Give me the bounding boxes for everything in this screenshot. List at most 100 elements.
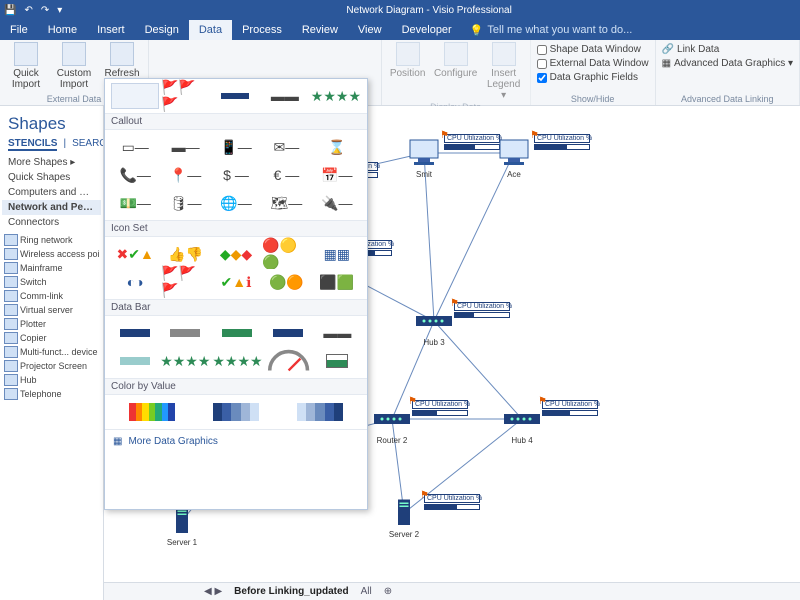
tab-file[interactable]: File xyxy=(0,20,38,40)
dg-tile[interactable] xyxy=(111,399,193,425)
link-data-button[interactable]: 🔗Link Data xyxy=(662,44,793,55)
dg-tile[interactable]: 🗺— xyxy=(262,190,310,216)
stencil-computers[interactable]: Computers and Monitor xyxy=(2,185,101,200)
external-data-window-checkbox[interactable]: External Data Window xyxy=(537,58,649,69)
shape-item[interactable]: Plotter xyxy=(4,318,99,330)
dg-tile[interactable]: ★★★★ xyxy=(160,348,210,374)
dg-tile[interactable]: ▭— xyxy=(111,134,159,160)
dg-tile[interactable] xyxy=(279,399,361,425)
sheet-add-icon[interactable]: ⊕ xyxy=(384,586,392,597)
dg-tile[interactable]: 🌐— xyxy=(212,190,260,216)
stencil-connectors[interactable]: Connectors xyxy=(2,215,101,230)
data-graphics-dropdown: 🚩🚩🚩 ▬▬ ★★★★ Callout ▭—▬—📱—✉—⌛ 📞—📍—$ —€ —📅… xyxy=(104,78,368,510)
shape-item[interactable]: Comm-link xyxy=(4,290,99,302)
tab-insert[interactable]: Insert xyxy=(87,20,135,40)
shape-item[interactable]: Wireless access point xyxy=(4,248,99,260)
dg-tile[interactable]: 📅— xyxy=(313,162,361,188)
shape-item[interactable]: Ring network xyxy=(4,234,99,246)
dg-tile[interactable]: ✖✔▲ xyxy=(111,241,159,267)
node-server2[interactable]: Server 2 xyxy=(384,498,424,539)
dg-tile[interactable] xyxy=(111,320,158,346)
dg-tile[interactable]: ▬▬ xyxy=(314,320,361,346)
dg-tile[interactable]: 👍👎 xyxy=(161,241,209,267)
shape-item[interactable]: Projector Screen xyxy=(4,360,99,372)
tab-design[interactable]: Design xyxy=(135,20,189,40)
insert-legend-button[interactable]: Insert Legend ▾ xyxy=(484,42,524,101)
custom-import-button[interactable]: Custom Import xyxy=(54,42,94,90)
shape-icon xyxy=(4,332,18,344)
shape-item[interactable]: Multi-funct... device xyxy=(4,346,99,358)
dg-tile[interactable]: 🚩🚩🚩 xyxy=(161,269,209,295)
shapes-title: Shapes xyxy=(2,110,101,138)
save-icon[interactable]: 💾 xyxy=(4,5,16,16)
dg-tile[interactable]: 📞— xyxy=(111,162,159,188)
node-ace[interactable]: Ace xyxy=(494,138,534,179)
sheet-nav[interactable]: ◀ ▶ xyxy=(204,586,222,597)
stencils-tab[interactable]: STENCILS xyxy=(8,138,57,151)
bar-tile[interactable] xyxy=(211,83,259,109)
dg-tile[interactable]: ⌛ xyxy=(313,134,361,160)
stars-tile[interactable]: ★★★★ xyxy=(311,83,361,109)
tab-review[interactable]: Review xyxy=(292,20,348,40)
dg-tile[interactable]: ▦▦ xyxy=(313,241,361,267)
bars-2-tile[interactable]: ▬▬ xyxy=(261,83,309,109)
dg-tile[interactable] xyxy=(314,348,361,374)
shape-item[interactable]: Switch xyxy=(4,276,99,288)
shape-item[interactable]: Telephone xyxy=(4,388,99,400)
redo-icon[interactable]: ↷ xyxy=(41,5,49,16)
dg-tile[interactable]: ▬— xyxy=(161,134,209,160)
dg-tile[interactable] xyxy=(265,320,312,346)
node-hub4[interactable]: Hub 4 xyxy=(502,404,542,445)
more-data-graphics[interactable]: ▦ More Data Graphics xyxy=(105,429,367,453)
tab-process[interactable]: Process xyxy=(232,20,292,40)
stencil-network-peripherals[interactable]: Network and Periphera xyxy=(2,200,101,215)
stencil-quick-shapes[interactable]: Quick Shapes xyxy=(2,170,101,185)
sheet-tab-1[interactable]: All xyxy=(361,586,372,597)
tab-view[interactable]: View xyxy=(348,20,392,40)
dg-tile[interactable] xyxy=(195,399,277,425)
shape-item[interactable]: Mainframe xyxy=(4,262,99,274)
no-graphic-tile[interactable] xyxy=(111,83,159,109)
dg-tile[interactable]: $ — xyxy=(212,162,260,188)
dg-tile[interactable]: 🛢— xyxy=(161,190,209,216)
shapes-tabs: STENCILS | SEARCH xyxy=(2,138,101,155)
dg-tile[interactable]: 📍— xyxy=(161,162,209,188)
dg-tile[interactable]: ★★★★ xyxy=(212,348,262,374)
dg-tile[interactable] xyxy=(160,320,210,346)
dg-tile[interactable]: ⬛🟩 xyxy=(313,269,361,295)
data-graphic-fields-checkbox[interactable]: Data Graphic Fields xyxy=(537,72,649,83)
dg-tile[interactable]: ◐◑ xyxy=(111,269,159,295)
tab-home[interactable]: Home xyxy=(38,20,87,40)
node-hub3[interactable]: Hub 3 xyxy=(414,306,454,347)
more-shapes[interactable]: More Shapes ▸ xyxy=(2,155,101,170)
quick-import-button[interactable]: Quick Import xyxy=(6,42,46,90)
node-smit[interactable]: Smit xyxy=(404,138,444,179)
tab-developer[interactable]: Developer xyxy=(392,20,462,40)
sheet-tab-0[interactable]: Before Linking_updated xyxy=(234,586,348,597)
shape-item[interactable]: Virtual server xyxy=(4,304,99,316)
advanced-data-graphics-button[interactable]: ▦Advanced Data Graphics ▾ xyxy=(662,58,793,69)
undo-icon[interactable]: ↶ xyxy=(24,5,32,16)
shape-item[interactable]: Copier xyxy=(4,332,99,344)
dg-tile[interactable]: 🟢🟠 xyxy=(262,269,310,295)
node-router2[interactable]: Router 2 xyxy=(372,404,412,445)
shape-item[interactable]: Hub xyxy=(4,374,99,386)
dg-tile[interactable]: 💵— xyxy=(111,190,159,216)
dg-tile[interactable]: ✉— xyxy=(262,134,310,160)
dg-tile[interactable]: ◆◆◆ xyxy=(212,241,260,267)
node-server1[interactable]: Server 1 xyxy=(162,506,202,547)
dg-tile[interactable] xyxy=(265,348,312,374)
tab-data[interactable]: Data xyxy=(189,20,232,40)
dg-tile[interactable]: € — xyxy=(262,162,310,188)
dg-tile[interactable]: 📱— xyxy=(212,134,260,160)
flags-tile[interactable]: 🚩🚩🚩 xyxy=(161,83,209,109)
dg-tile[interactable] xyxy=(212,320,262,346)
callout-label: Callout xyxy=(105,113,367,130)
dg-tile[interactable]: 🔌— xyxy=(313,190,361,216)
dg-tile[interactable]: ✔▲ℹ xyxy=(212,269,260,295)
tell-me-search[interactable]: 💡 Tell me what you want to do... xyxy=(462,20,800,40)
dg-tile[interactable]: 🔴🟡🟢 xyxy=(262,241,310,267)
shape-data-window-checkbox[interactable]: Shape Data Window xyxy=(537,44,649,55)
dg-tile[interactable] xyxy=(111,348,158,374)
search-tab[interactable]: SEARCH xyxy=(72,138,104,151)
